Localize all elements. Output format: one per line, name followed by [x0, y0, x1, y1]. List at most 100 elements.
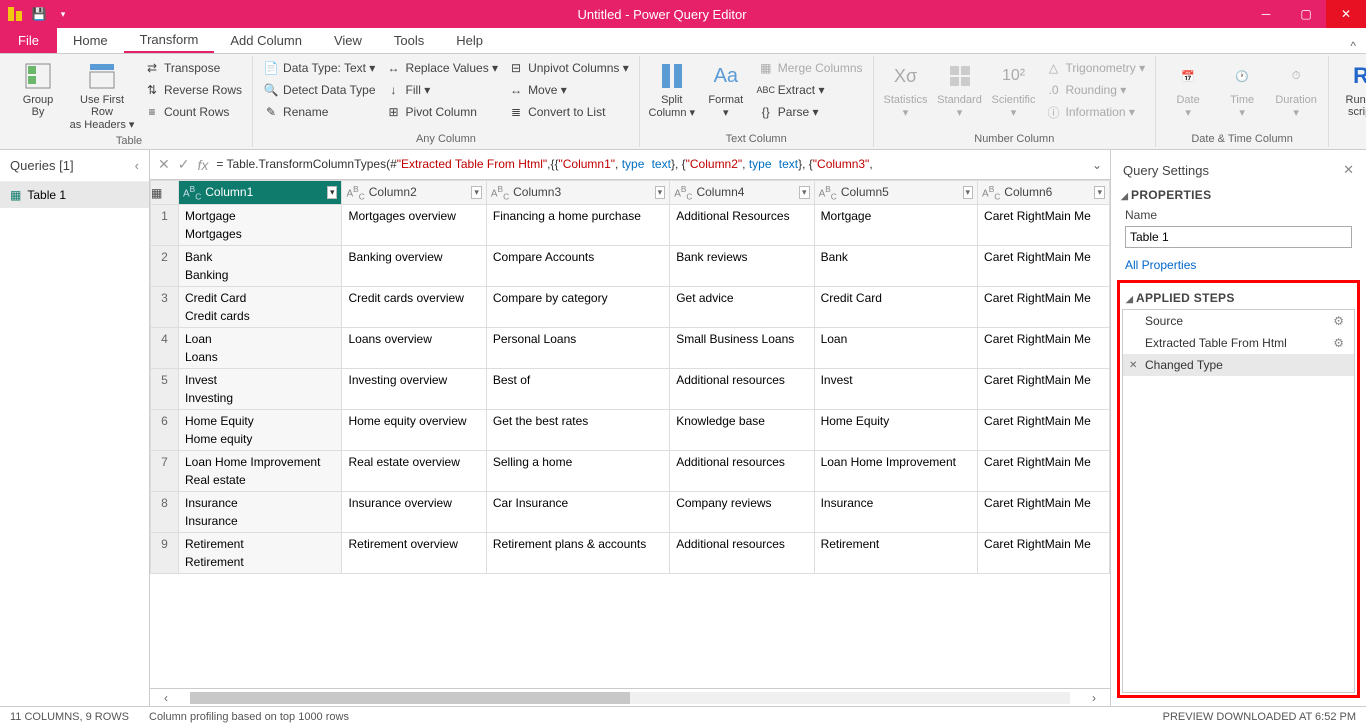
collapse-ribbon-icon[interactable]: ^ [1340, 39, 1366, 53]
count-rows-button[interactable]: ≡Count Rows [140, 102, 246, 122]
cell[interactable]: Small Business Loans [670, 328, 814, 369]
cell[interactable]: Bank reviews [670, 246, 814, 287]
detect-data-type-button[interactable]: 🔍Detect Data Type [259, 80, 380, 100]
cell[interactable]: BankBanking [179, 246, 342, 287]
cancel-formula-icon[interactable]: ✕ [158, 156, 170, 173]
column-header[interactable]: ABCColumn5▾ [814, 181, 977, 205]
table-row[interactable]: 7Loan Home ImprovementReal estateReal es… [151, 451, 1110, 492]
cell[interactable]: Knowledge base [670, 410, 814, 451]
fill-button[interactable]: ↓Fill ▾ [382, 80, 503, 100]
cell[interactable]: Caret RightMain Me [978, 328, 1110, 369]
filter-dropdown-icon[interactable]: ▾ [655, 186, 666, 199]
format-button[interactable]: AaFormat ▾ [700, 58, 752, 121]
cell[interactable]: Caret RightMain Me [978, 410, 1110, 451]
cell[interactable]: Loan Home ImprovementReal estate [179, 451, 342, 492]
group-by-button[interactable]: Group By [12, 58, 64, 120]
collapse-queries-icon[interactable]: ‹ [135, 158, 139, 173]
extract-button[interactable]: ABCExtract ▾ [754, 80, 867, 100]
cell[interactable]: Retirement [814, 533, 977, 574]
tab-transform[interactable]: Transform [124, 27, 215, 53]
close-button[interactable]: ✕ [1326, 0, 1366, 28]
fx-icon[interactable]: fx [197, 157, 208, 173]
column-header[interactable]: ABCColumn6▾ [978, 181, 1110, 205]
data-grid[interactable]: ▦ABCColumn1▾ABCColumn2▾ABCColumn3▾ABCCol… [150, 180, 1110, 688]
tab-help[interactable]: Help [440, 27, 499, 53]
cell[interactable]: Financing a home purchase [486, 205, 669, 246]
applied-step[interactable]: Extracted Table From Html⚙ [1123, 332, 1354, 354]
cell[interactable]: Retirement overview [342, 533, 486, 574]
cell[interactable]: Credit CardCredit cards [179, 287, 342, 328]
cell[interactable]: Personal Loans [486, 328, 669, 369]
cell[interactable]: Caret RightMain Me [978, 451, 1110, 492]
save-icon[interactable]: 💾 [30, 5, 48, 23]
convert-to-list-button[interactable]: ≣Convert to List [504, 102, 633, 122]
cell[interactable]: Get advice [670, 287, 814, 328]
cell[interactable]: Compare Accounts [486, 246, 669, 287]
cell[interactable]: Get the best rates [486, 410, 669, 451]
table-row[interactable]: 2BankBankingBanking overviewCompare Acco… [151, 246, 1110, 287]
maximize-button[interactable]: ▢ [1286, 0, 1326, 28]
column-header[interactable]: ABCColumn3▾ [486, 181, 669, 205]
expand-formula-icon[interactable]: ⌄ [1092, 158, 1102, 172]
cell[interactable]: Caret RightMain Me [978, 533, 1110, 574]
cell[interactable]: Caret RightMain Me [978, 246, 1110, 287]
qat-dropdown-icon[interactable]: ▾ [54, 5, 72, 23]
cell[interactable]: Selling a home [486, 451, 669, 492]
close-settings-icon[interactable]: ✕ [1343, 162, 1354, 178]
cell[interactable]: Loan Home Improvement [814, 451, 977, 492]
applied-step[interactable]: Source⚙ [1123, 310, 1354, 332]
tab-add-column[interactable]: Add Column [214, 27, 318, 53]
cell[interactable]: Caret RightMain Me [978, 287, 1110, 328]
data-type-button[interactable]: 📄Data Type: Text ▾ [259, 58, 380, 78]
cell[interactable]: Company reviews [670, 492, 814, 533]
filter-dropdown-icon[interactable]: ▾ [1094, 186, 1105, 199]
column-header[interactable]: ABCColumn1▾ [179, 181, 342, 205]
cell[interactable]: Caret RightMain Me [978, 369, 1110, 410]
minimize-button[interactable]: ─ [1246, 0, 1286, 28]
unpivot-button[interactable]: ⊟Unpivot Columns ▾ [504, 58, 633, 78]
column-header[interactable]: ABCColumn2▾ [342, 181, 486, 205]
table-row[interactable]: 1MortgageMortgagesMortgages overviewFina… [151, 205, 1110, 246]
cell[interactable]: Loan [814, 328, 977, 369]
row-number[interactable]: 6 [151, 410, 179, 451]
cell[interactable]: Invest [814, 369, 977, 410]
cell[interactable]: Home EquityHome equity [179, 410, 342, 451]
tab-tools[interactable]: Tools [378, 27, 440, 53]
replace-values-button[interactable]: ↔Replace Values ▾ [382, 58, 503, 78]
cell[interactable]: Credit cards overview [342, 287, 486, 328]
pivot-column-button[interactable]: ⊞Pivot Column [382, 102, 503, 122]
cell[interactable]: Insurance [814, 492, 977, 533]
filter-dropdown-icon[interactable]: ▾ [327, 186, 338, 199]
tab-view[interactable]: View [318, 27, 378, 53]
cell[interactable]: Caret RightMain Me [978, 205, 1110, 246]
table-row[interactable]: 6Home EquityHome equityHome equity overv… [151, 410, 1110, 451]
horizontal-scrollbar[interactable]: ‹ › [150, 688, 1110, 706]
column-header[interactable]: ABCColumn4▾ [670, 181, 814, 205]
table-row[interactable]: 9RetirementRetirementRetirement overview… [151, 533, 1110, 574]
gear-icon[interactable]: ⚙ [1333, 336, 1344, 350]
parse-button[interactable]: {}Parse ▾ [754, 102, 867, 122]
row-number[interactable]: 9 [151, 533, 179, 574]
cell[interactable]: Compare by category [486, 287, 669, 328]
cell[interactable]: Insurance overview [342, 492, 486, 533]
cell[interactable]: Caret RightMain Me [978, 492, 1110, 533]
cell[interactable]: Home equity overview [342, 410, 486, 451]
row-number[interactable]: 8 [151, 492, 179, 533]
use-first-row-button[interactable]: Use First Row as Headers ▾ [66, 58, 138, 133]
cell[interactable]: MortgageMortgages [179, 205, 342, 246]
cell[interactable]: Additional resources [670, 533, 814, 574]
cell[interactable]: Home Equity [814, 410, 977, 451]
query-item[interactable]: ▦ Table 1 [0, 182, 149, 208]
cell[interactable]: InsuranceInsurance [179, 492, 342, 533]
filter-dropdown-icon[interactable]: ▾ [471, 186, 482, 199]
cell[interactable]: Car Insurance [486, 492, 669, 533]
reverse-rows-button[interactable]: ⇅Reverse Rows [140, 80, 246, 100]
cell[interactable]: Retirement plans & accounts [486, 533, 669, 574]
cell[interactable]: Investing overview [342, 369, 486, 410]
cell[interactable]: RetirementRetirement [179, 533, 342, 574]
cell[interactable]: Real estate overview [342, 451, 486, 492]
query-name-input[interactable] [1125, 226, 1352, 248]
cell[interactable]: Additional resources [670, 451, 814, 492]
row-number[interactable]: 3 [151, 287, 179, 328]
applied-step[interactable]: Changed Type [1123, 354, 1354, 376]
